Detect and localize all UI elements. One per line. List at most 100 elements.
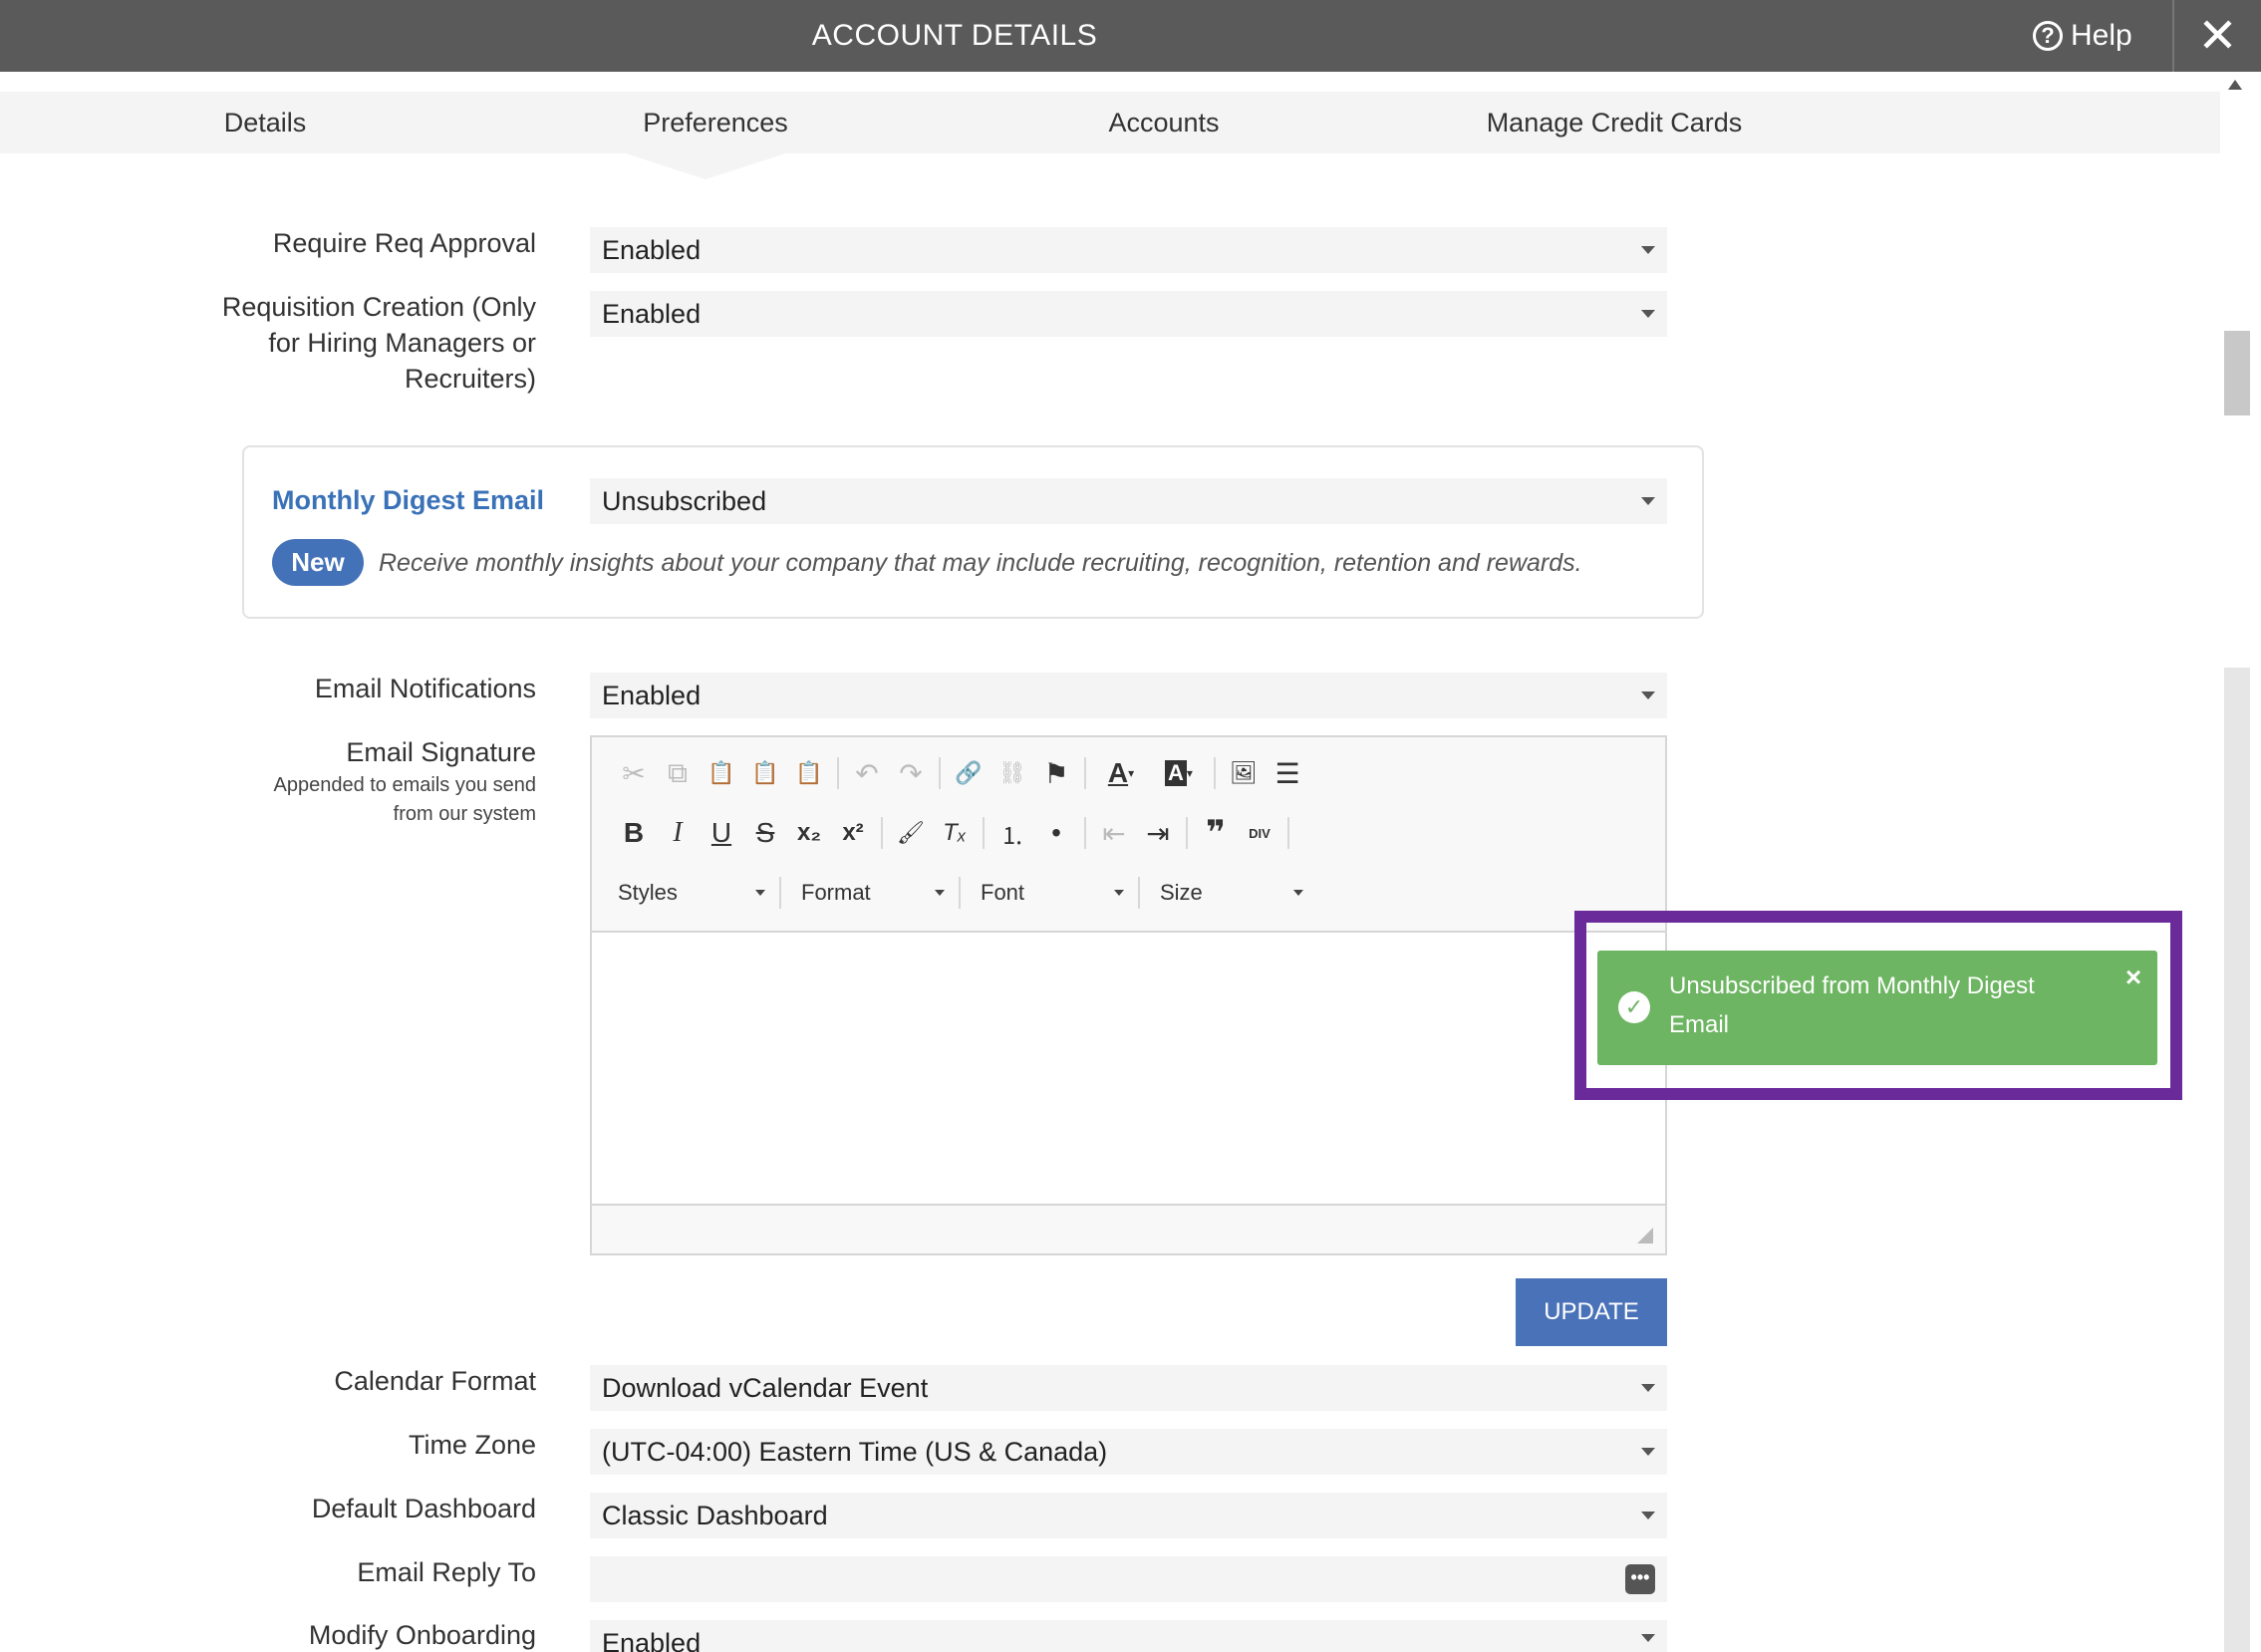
toast-message: Unsubscribed from Monthly Digest Email [1669, 972, 2035, 1038]
monthly-digest-value: Unsubscribed [602, 486, 767, 516]
paste-text-icon[interactable]: 📋 [743, 751, 787, 795]
bold-icon[interactable]: B [612, 811, 656, 855]
monthly-digest-select[interactable]: Unsubscribed [590, 478, 1667, 524]
copy-format-icon[interactable]: 🖌 [889, 811, 933, 855]
email-signature-sublabel: Appended to emails you send from our sys… [273, 771, 536, 829]
calendar-format-label: Calendar Format [334, 1366, 536, 1396]
toolbar-separator [939, 757, 941, 789]
resize-handle-icon[interactable] [1637, 1228, 1653, 1243]
toolbar-separator [1214, 757, 1216, 789]
toolbar-separator [983, 817, 985, 849]
email-notifications-select[interactable]: Enabled [590, 673, 1667, 718]
indent-icon[interactable]: ⇥ [1136, 811, 1180, 855]
italic-icon[interactable]: I [656, 811, 700, 855]
anchor-flag-icon[interactable]: ⚑ [1034, 751, 1078, 795]
email-notifications-label: Email Notifications [314, 674, 536, 703]
text-color-icon[interactable]: A ▾ [1092, 751, 1150, 795]
redo-icon[interactable]: ↷ [889, 751, 933, 795]
more-options-icon[interactable]: ••• [1625, 1564, 1655, 1594]
styles-combo[interactable]: Styles [604, 871, 773, 915]
text-color-glyph: A [1107, 757, 1129, 788]
create-div-icon[interactable]: DIV [1238, 811, 1281, 855]
email-notifications-value: Enabled [602, 681, 702, 710]
help-icon: ? [2033, 21, 2063, 51]
editor-toolbar-row-1: ✂ ⧉ 📋 📋 📋 ↶ ↷ 🔗 ⛓ ⚑ A ▾ A ▾ 🖼 ☰ [612, 751, 1309, 795]
default-dashboard-label: Default Dashboard [311, 1494, 536, 1523]
scrollbar-thumb[interactable] [2224, 331, 2250, 415]
modify-onboarding-label: Modify Onboarding [308, 1620, 536, 1650]
copy-icon[interactable]: ⧉ [656, 751, 700, 795]
background-color-glyph: A [1165, 760, 1187, 786]
dialog-header: ACCOUNT DETAILS ? Help ✕ [0, 0, 2261, 72]
time-zone-select[interactable]: (UTC-04:00) Eastern Time (US & Canada) [590, 1429, 1667, 1475]
link-icon[interactable]: 🔗 [947, 751, 990, 795]
font-combo-label: Font [981, 880, 1025, 905]
help-label: Help [2071, 19, 2132, 52]
editor-status-bar [592, 1204, 1665, 1253]
requisition-creation-value: Enabled [602, 299, 702, 329]
styles-combo-label: Styles [618, 880, 678, 905]
chevron-down-icon [1641, 1384, 1655, 1392]
tab-accounts[interactable]: Accounts [1064, 92, 1264, 153]
modify-onboarding-select[interactable]: Enabled [590, 1620, 1667, 1652]
monthly-digest-panel [242, 445, 1704, 619]
cut-icon[interactable]: ✂ [612, 751, 656, 795]
close-button[interactable]: ✕ [2172, 0, 2261, 72]
requisition-creation-label-line: Recruiters) [404, 364, 536, 394]
tab-preferences[interactable]: Preferences [596, 92, 835, 153]
tab-bar: Details Preferences Accounts Manage Cred… [0, 92, 2220, 153]
scroll-up-icon[interactable] [2228, 80, 2242, 90]
tab-manage-credit-cards[interactable]: Manage Credit Cards [1465, 92, 1764, 153]
check-circle-icon: ✓ [1618, 991, 1650, 1023]
paste-icon[interactable]: 📋 [700, 751, 743, 795]
email-signature-editor[interactable]: ✂ ⧉ 📋 📋 📋 ↶ ↷ 🔗 ⛓ ⚑ A ▾ A ▾ 🖼 ☰ B I U S … [590, 735, 1667, 1255]
undo-icon[interactable]: ↶ [845, 751, 889, 795]
toolbar-separator [881, 817, 883, 849]
scrollbar-track[interactable] [2224, 668, 2250, 1652]
dialog-title: ACCOUNT DETAILS [811, 19, 1098, 52]
horizontal-line-icon[interactable]: ☰ [1266, 751, 1309, 795]
default-dashboard-select[interactable]: Classic Dashboard [590, 1493, 1667, 1538]
help-button[interactable]: ? Help [2033, 0, 2132, 72]
strikethrough-icon[interactable]: S [743, 811, 787, 855]
toolbar-separator [1084, 757, 1086, 789]
background-color-icon[interactable]: A ▾ [1150, 751, 1208, 795]
monthly-digest-description: Receive monthly insights about your comp… [379, 549, 1582, 577]
requisition-creation-select[interactable]: Enabled [590, 291, 1667, 337]
blockquote-icon[interactable]: ❞ [1194, 811, 1238, 855]
toolbar-separator [1084, 817, 1086, 849]
active-tab-indicator [626, 153, 785, 179]
paste-word-icon[interactable]: 📋 [787, 751, 831, 795]
require-req-approval-label: Require Req Approval [272, 228, 536, 258]
default-dashboard-value: Classic Dashboard [602, 1501, 828, 1530]
require-req-approval-select[interactable]: Enabled [590, 227, 1667, 273]
font-combo[interactable]: Font [967, 871, 1132, 915]
underline-icon[interactable]: U [700, 811, 743, 855]
remove-format-icon[interactable]: Tₓ [933, 811, 977, 855]
image-icon[interactable]: 🖼 [1222, 751, 1266, 795]
email-signature-sublabel-line: Appended to emails you send [273, 774, 536, 796]
size-combo-label: Size [1160, 880, 1203, 905]
subscript-icon[interactable]: x₂ [787, 811, 831, 855]
toast-close-icon[interactable]: × [2119, 963, 2148, 992]
outdent-icon[interactable]: ⇤ [1092, 811, 1136, 855]
toolbar-separator [1138, 877, 1140, 909]
toast-notification: ✓ Unsubscribed from Monthly Digest Email… [1597, 951, 2157, 1065]
update-button[interactable]: UPDATE [1516, 1278, 1667, 1346]
bulleted-list-icon[interactable]: • [1034, 811, 1078, 855]
tab-details[interactable]: Details [165, 92, 365, 153]
editor-toolbar-row-2: B I U S x₂ x² 🖌 Tₓ ⒈ • ⇤ ⇥ ❞ DIV [612, 811, 1295, 855]
email-reply-to-input[interactable]: ••• [590, 1556, 1667, 1602]
format-combo[interactable]: Format [787, 871, 953, 915]
chevron-down-icon [1641, 1634, 1655, 1642]
require-req-approval-value: Enabled [602, 235, 702, 265]
chevron-down-icon [1293, 890, 1303, 896]
calendar-format-select[interactable]: Download vCalendar Event [590, 1365, 1667, 1411]
close-icon: ✕ [2197, 10, 2238, 63]
size-combo[interactable]: Size [1146, 871, 1311, 915]
toolbar-separator [1186, 817, 1188, 849]
superscript-icon[interactable]: x² [831, 811, 875, 855]
unlink-icon[interactable]: ⛓ [990, 751, 1034, 795]
numbered-list-icon[interactable]: ⒈ [990, 811, 1034, 855]
time-zone-value: (UTC-04:00) Eastern Time (US & Canada) [602, 1437, 1108, 1467]
